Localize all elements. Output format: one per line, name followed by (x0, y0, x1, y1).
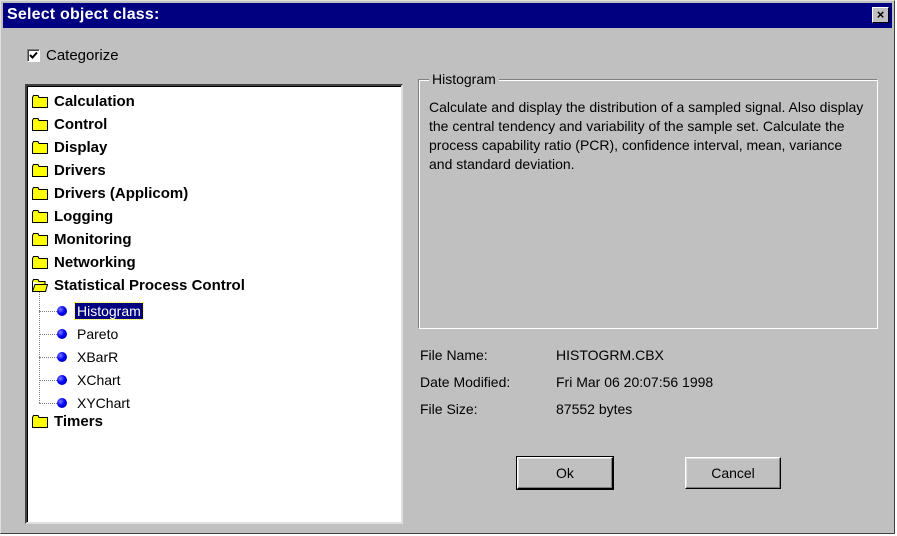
tree-connector-vertical (39, 290, 40, 403)
description-group: Histogram Calculate and display the dist… (418, 71, 878, 329)
categorize-checkbox[interactable]: Categorize (27, 46, 119, 64)
tree-item-label: Logging (54, 208, 114, 225)
folder-icon (32, 95, 48, 108)
tree-item-label: XYChart (77, 394, 130, 411)
object-bullet-icon (57, 351, 67, 362)
tree-item-statistical-process-control[interactable]: Statistical Process Control (32, 274, 245, 297)
folder-icon (32, 118, 48, 131)
tree-item-drivers-applicom[interactable]: Drivers (Applicom) (32, 182, 188, 205)
tree-item-label: Drivers (Applicom) (54, 185, 189, 202)
folder-icon (32, 141, 48, 154)
title-bar[interactable]: Select object class: × (3, 3, 892, 28)
tree-item-drivers[interactable]: Drivers (32, 159, 106, 182)
tree-item-label: Control (54, 116, 108, 133)
folder-icon (32, 233, 48, 246)
file-name-value: HISTOGRM.CBX (556, 347, 664, 363)
check-mark-icon (29, 51, 38, 59)
tree-item-pareto[interactable]: Pareto (57, 322, 120, 345)
object-bullet-icon (57, 328, 67, 339)
cancel-button[interactable]: Cancel (685, 457, 781, 489)
tree-item-label: Drivers (54, 162, 106, 179)
checkbox-box[interactable] (27, 48, 40, 62)
file-size-label: File Size: (420, 401, 478, 417)
description-text: Calculate and display the distribution o… (429, 99, 864, 172)
tree-item-timers[interactable]: Timers (32, 410, 103, 433)
open-folder-icon (32, 279, 48, 292)
folder-icon (32, 187, 48, 200)
tree-item-xbarr[interactable]: XBarR (57, 345, 120, 368)
object-bullet-icon (57, 397, 67, 408)
date-modified-label: Date Modified: (420, 374, 511, 390)
window-title: Select object class: (7, 6, 160, 23)
select-object-class-dialog: Select object class: × Categorize Calcul… (0, 0, 895, 534)
categorize-label: Categorize (46, 46, 119, 64)
folder-icon (32, 210, 48, 223)
close-button[interactable]: × (872, 7, 889, 23)
tree-item-label: Timers (54, 413, 103, 430)
folder-icon (32, 256, 48, 269)
tree-connector (39, 334, 59, 335)
tree-item-label: Pareto (77, 325, 119, 342)
tree-item-xchart[interactable]: XChart (57, 368, 123, 391)
file-name-label: File Name: (420, 347, 488, 363)
tree-connector (39, 311, 59, 312)
tree-item-monitoring[interactable]: Monitoring (32, 228, 131, 251)
tree-connector (39, 380, 59, 381)
tree-item-display[interactable]: Display (32, 136, 107, 159)
tree-item-control[interactable]: Control (32, 113, 107, 136)
tree-item-logging[interactable]: Logging (32, 205, 113, 228)
tree-connector (39, 357, 59, 358)
folder-icon (32, 164, 48, 177)
tree-item-networking[interactable]: Networking (32, 251, 136, 274)
tree-item-histogram[interactable]: Histogram (57, 299, 144, 322)
ok-button[interactable]: Ok (516, 456, 614, 490)
object-class-tree[interactable]: Calculation Control Display Drivers Driv… (25, 84, 403, 524)
tree-item-label: XBarR (77, 348, 119, 365)
description-group-title: Histogram (429, 71, 499, 87)
object-bullet-icon (57, 305, 67, 316)
tree-item-calculation[interactable]: Calculation (32, 90, 135, 113)
tree-item-label: Networking (54, 254, 136, 271)
tree-item-label: Monitoring (54, 231, 132, 248)
tree-item-label: Histogram (74, 301, 144, 320)
folder-icon (32, 415, 48, 428)
tree-connector (39, 403, 59, 404)
date-modified-value: Fri Mar 06 20:07:56 1998 (556, 374, 714, 390)
tree-item-label: XChart (77, 371, 121, 388)
close-icon: × (876, 7, 885, 22)
file-size-value: 87552 bytes (556, 401, 633, 417)
tree-item-label: Display (54, 139, 108, 156)
tree-item-label: Calculation (54, 93, 135, 110)
object-bullet-icon (57, 374, 67, 385)
tree-item-label: Statistical Process Control (54, 277, 245, 294)
